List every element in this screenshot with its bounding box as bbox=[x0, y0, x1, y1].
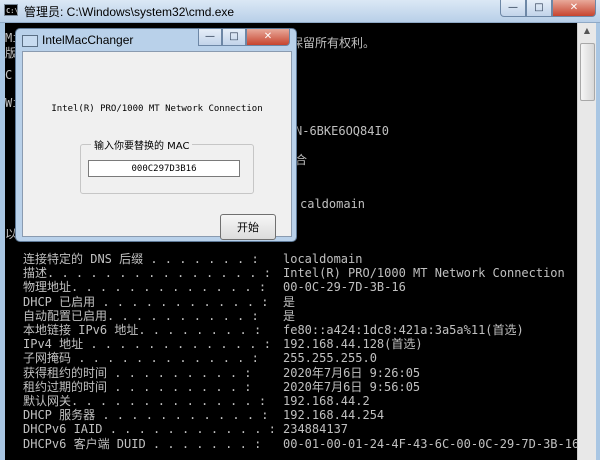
ipconfig-row-label: 子网掩码 . . . . . . . . . . . . : bbox=[23, 351, 259, 366]
ipconfig-row-value: 是 bbox=[283, 308, 296, 323]
dialog-title: IntelMacChanger bbox=[42, 33, 134, 47]
ipconfig-row: DHCP 已启用 . . . . . . . . . . . : 是 bbox=[23, 295, 573, 309]
ipconfig-row-label: DHCPv6 客户端 DUID . . . . . . . : bbox=[23, 436, 262, 451]
ipconfig-row-label: 物理地址. . . . . . . . . . . . . : bbox=[23, 280, 267, 295]
console-rights-text: 保留所有权利。 bbox=[291, 36, 376, 50]
ipconfig-row: 默认网关. . . . . . . . . . . . . : 192.168.4… bbox=[23, 394, 573, 408]
start-button[interactable]: 开始 bbox=[220, 214, 276, 240]
ipconfig-row-label: 描述. . . . . . . . . . . . . . . : bbox=[23, 266, 271, 281]
dialog-minimize-button[interactable]: — bbox=[198, 29, 222, 46]
ipconfig-row-value: 2020年7月6日 9:56:05 bbox=[283, 379, 421, 394]
ipconfig-row: 自动配置已启用. . . . . . . . . . : 是 bbox=[23, 309, 573, 323]
ipconfig-row-value: 234884137 bbox=[283, 422, 349, 437]
mac-groupbox: 输入你要替换的 MAC bbox=[80, 137, 254, 194]
console-dns-partial: caldomain bbox=[300, 197, 366, 211]
dialog-close-button[interactable]: ✕ bbox=[246, 29, 290, 46]
ipconfig-row: IPv4 地址 . . . . . . . . . . . . : 192.168… bbox=[23, 337, 573, 351]
ipconfig-row: 连接特定的 DNS 后缀 . . . . . . . : localdomain bbox=[23, 252, 573, 266]
ipconfig-row: 租约过期的时间 . . . . . . . . . : 2020年7月6日 9:5… bbox=[23, 380, 573, 394]
cmd-minimize-button[interactable]: — bbox=[500, 0, 526, 17]
ipconfig-row-value: 192.168.44.128(首选) bbox=[283, 337, 423, 352]
ipconfig-row-label: DHCP 服务器 . . . . . . . . . . . : bbox=[23, 408, 269, 423]
ipconfig-row: 描述. . . . . . . . . . . . . . . : Intel(R… bbox=[23, 266, 573, 280]
ipconfig-row-value: 是 bbox=[283, 294, 296, 309]
ipconfig-row-value: 192.168.44.254 bbox=[283, 408, 385, 423]
dialog-titlebar[interactable]: IntelMacChanger — □ ✕ bbox=[16, 29, 296, 51]
cmd-maximize-button[interactable]: □ bbox=[526, 0, 552, 17]
cmd-titlebar[interactable]: C:\ 管理员: C:\Windows\system32\cmd.exe — □… bbox=[0, 0, 600, 23]
ipconfig-row-value: fe80::a424:1dc8:421a:3a5a%11(首选) bbox=[283, 323, 524, 337]
adapter-name-label: Intel(R) PRO/1000 MT Network Connection bbox=[51, 104, 263, 114]
mac-group-label: 输入你要替换的 MAC bbox=[91, 137, 193, 152]
ipconfig-row-value: Intel(R) PRO/1000 MT Network Connection bbox=[283, 266, 565, 281]
ipconfig-row: DHCPv6 客户端 DUID . . . . . . . : 00-01-00-… bbox=[23, 436, 577, 451]
ipconfig-row-value: 192.168.44.2 bbox=[283, 394, 370, 408]
dialog-client-area: Intel(R) PRO/1000 MT Network Connection … bbox=[22, 51, 292, 240]
ipconfig-row: 物理地址. . . . . . . . . . . . . : 00-0C-29-… bbox=[23, 280, 573, 294]
ipconfig-row: 子网掩码 . . . . . . . . . . . . : 255.255.25… bbox=[23, 351, 573, 365]
cmd-window-title: 管理员: C:\Windows\system32\cmd.exe bbox=[24, 5, 235, 19]
mac-address-input[interactable] bbox=[88, 160, 240, 177]
mac-changer-dialog: IntelMacChanger — □ ✕ Intel(R) PRO/1000 … bbox=[15, 28, 297, 242]
ipconfig-row-label: DHCP 已启用 . . . . . . . . . . . : bbox=[23, 294, 269, 309]
scrollbar-thumb[interactable] bbox=[580, 43, 595, 101]
ipconfig-row: 获得租约的时间 . . . . . . . . . : 2020年7月6日 9:2… bbox=[23, 366, 573, 380]
ipconfig-row: 本地链接 IPv6 地址. . . . . . . . : fe80::a424:… bbox=[23, 323, 573, 337]
ipconfig-row-label: 默认网关. . . . . . . . . . . . . : bbox=[23, 394, 267, 408]
scroll-up-arrow-icon[interactable]: ▲ bbox=[578, 23, 596, 39]
cmd-close-button[interactable]: ✕ bbox=[552, 0, 596, 17]
ipconfig-row-label: 连接特定的 DNS 后缀 . . . . . . . : bbox=[23, 252, 259, 266]
ipconfig-row-value: 2020年7月6日 9:26:05 bbox=[283, 365, 421, 380]
ipconfig-row-label: 获得租约的时间 . . . . . . . . . : bbox=[23, 365, 252, 380]
ipconfig-row-value: 00-0C-29-7D-3B-16 bbox=[283, 280, 406, 295]
ipconfig-row: DHCP 服务器 . . . . . . . . . . . : 192.168.… bbox=[23, 408, 573, 422]
ipconfig-row-label: 自动配置已启用. . . . . . . . . . : bbox=[23, 308, 259, 323]
ipconfig-row: DHCPv6 IAID . . . . . . . . . . . : 23488… bbox=[23, 422, 573, 436]
ipconfig-row-value: 00-01-00-01-24-4F-43-6C-00-0C-29-7D-3B-1… bbox=[283, 436, 577, 451]
app-window-icon bbox=[22, 35, 38, 47]
dialog-maximize-button[interactable]: □ bbox=[222, 29, 246, 46]
ipconfig-row-label: DHCPv6 IAID . . . . . . . . . . . : bbox=[23, 422, 276, 437]
ipconfig-row-value: localdomain bbox=[283, 252, 363, 266]
ipconfig-row-label: 本地链接 IPv6 地址. . . . . . . . : bbox=[23, 323, 262, 337]
ipconfig-row-label: 租约过期的时间 . . . . . . . . . : bbox=[23, 379, 252, 394]
console-hostname-partial: N-6BKE6OQ84I0 bbox=[295, 124, 389, 138]
ipconfig-row-value: 255.255.255.0 bbox=[283, 351, 377, 366]
ipconfig-row-label: IPv4 地址 . . . . . . . . . . . . : bbox=[23, 337, 271, 352]
cmd-app-icon: C:\ bbox=[4, 4, 19, 16]
console-scrollbar[interactable]: ▲ bbox=[577, 23, 596, 460]
